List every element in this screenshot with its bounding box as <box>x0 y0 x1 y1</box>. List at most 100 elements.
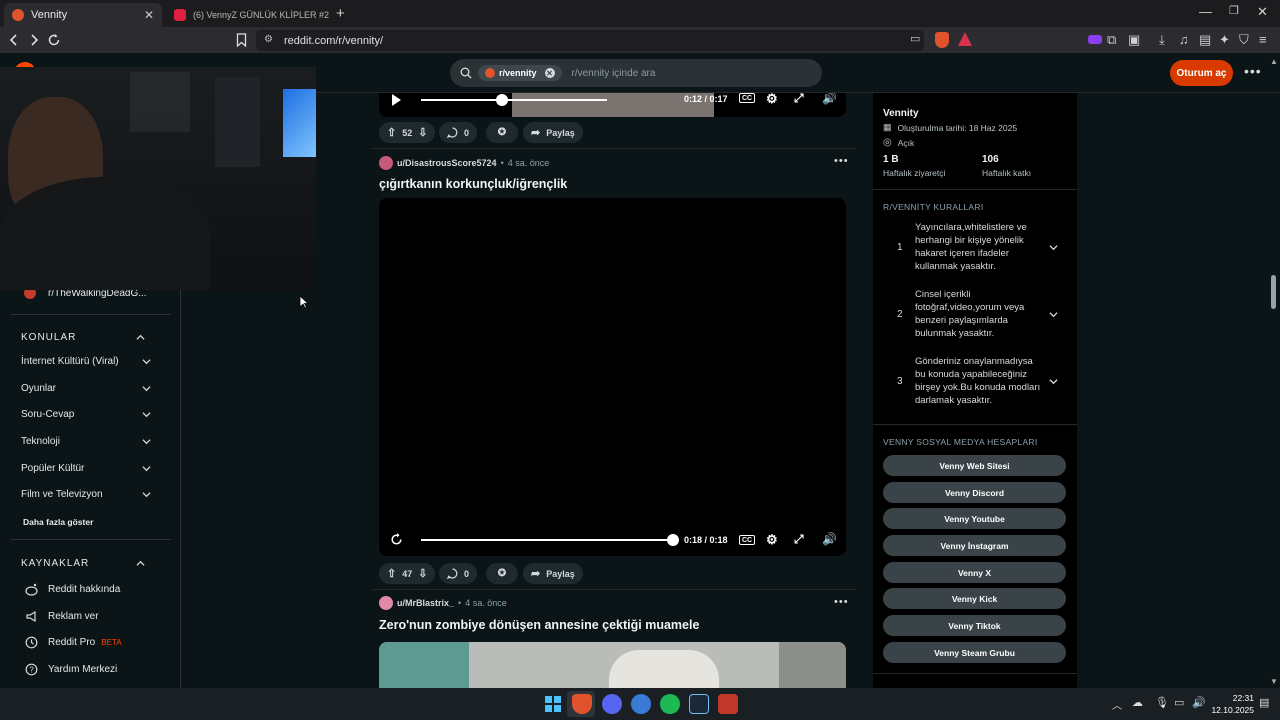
search-input[interactable]: r/vennity ✕ r/vennity içinde ara <box>450 59 822 87</box>
post-options-icon[interactable]: ••• <box>834 596 849 608</box>
video-scrubber[interactable] <box>667 534 679 546</box>
resource-item[interactable]: Reddit Pro BETA <box>25 636 122 649</box>
social-link-button[interactable]: Venny Steam Grubu <box>883 642 1066 663</box>
resources-section-header[interactable]: KAYNAKLAR <box>21 558 145 569</box>
upvote-icon[interactable]: ⇧ <box>387 126 396 139</box>
upvote-icon[interactable]: ⇧ <box>387 567 396 580</box>
network-icon[interactable]: ▭ <box>1174 696 1184 709</box>
brave-shields-icon[interactable] <box>935 32 949 48</box>
video-player[interactable]: 0:18 / 0:18 CC ⚙ ⤢ 🔊 <box>379 198 846 556</box>
tab-youtube[interactable]: (6) VennyZ GÜNLÜK KLİPLER #2 - Ve <box>166 3 330 27</box>
resource-item[interactable]: Reddit hakkında <box>25 583 120 596</box>
share-button[interactable]: ➦ Paylaş <box>523 122 583 143</box>
captions-icon[interactable]: CC <box>739 93 756 103</box>
scroll-up-icon[interactable]: ▲ <box>1270 57 1278 66</box>
topic-item[interactable]: Film ve Televizyon <box>21 489 151 500</box>
downvote-icon[interactable]: ⇩ <box>418 126 427 139</box>
topics-section-header[interactable]: KONULAR <box>21 332 145 343</box>
close-tab-icon[interactable]: ✕ <box>144 8 154 22</box>
video-progress-track[interactable] <box>421 94 607 106</box>
social-link-button[interactable]: Venny Discord <box>883 482 1066 503</box>
minimize-icon[interactable]: — <box>1199 5 1212 18</box>
close-window-icon[interactable]: ✕ <box>1257 5 1268 18</box>
cast-icon[interactable]: ▭ <box>910 34 920 45</box>
brave-rewards-icon[interactable] <box>958 32 972 46</box>
post-title[interactable]: çığırtkanın korkunçluk/iğrençlik <box>379 177 567 191</box>
bookmark-icon[interactable] <box>236 33 247 47</box>
brave-taskbar-icon[interactable] <box>572 694 592 714</box>
new-tab-button[interactable]: + <box>336 6 345 21</box>
forward-icon[interactable] <box>28 34 40 46</box>
topic-item[interactable]: Popüler Kültür <box>21 463 151 474</box>
fullscreen-icon[interactable]: ⤢ <box>794 93 804 106</box>
post-options-icon[interactable]: ••• <box>834 155 849 167</box>
topic-item[interactable]: Soru-Cevap <box>21 409 151 420</box>
login-button[interactable]: Oturum aç <box>1170 60 1233 86</box>
sidebar-toggle-icon[interactable]: ▣ <box>1128 33 1140 46</box>
resource-item[interactable]: ? Yardım Merkezi <box>25 663 117 676</box>
leo-ai-icon[interactable]: ✦ <box>1219 33 1230 46</box>
vpn-shield-icon[interactable]: ⛉ <box>1239 33 1249 46</box>
social-link-button[interactable]: Venny Youtube <box>883 508 1066 529</box>
clear-chip-icon[interactable]: ✕ <box>544 68 555 78</box>
spotify-taskbar-icon[interactable] <box>660 694 680 714</box>
download-icon[interactable]: ⤓ <box>1159 33 1165 46</box>
social-link-button[interactable]: Venny Kick <box>883 588 1066 609</box>
clock[interactable]: 22:31 12.10.2025 <box>1210 692 1254 716</box>
subreddit-search-chip[interactable]: r/vennity ✕ <box>478 65 562 81</box>
app-taskbar-icon[interactable] <box>718 694 738 714</box>
show-more-link[interactable]: Daha fazla göster <box>23 517 153 527</box>
video-player[interactable]: 0:12 / 0:17 CC ⚙ ⤢ 🔊 <box>379 93 846 117</box>
site-settings-icon[interactable]: ⚙ <box>264 34 273 45</box>
topic-item[interactable]: İnternet Kültürü (Viral) <box>21 356 151 367</box>
page-scrollbar-thumb[interactable] <box>1271 275 1276 309</box>
more-options-icon[interactable]: ••• <box>1244 63 1262 79</box>
topic-item[interactable]: Oyunlar <box>21 383 151 394</box>
social-link-button[interactable]: Venny Tiktok <box>883 615 1066 636</box>
settings-icon[interactable]: ⚙ <box>766 532 778 548</box>
reload-icon[interactable] <box>47 33 61 47</box>
downvote-icon[interactable]: ⇩ <box>418 567 427 580</box>
fullscreen-icon[interactable]: ⤢ <box>794 532 804 547</box>
microphone-icon[interactable]: 🎙 <box>1155 696 1169 709</box>
post-author[interactable]: u/DisastrousScore5724 • 4 sa. önce <box>379 156 549 170</box>
tab-vennity[interactable]: Vennity ✕ <box>4 3 162 27</box>
topic-item[interactable]: Teknoloji <box>21 436 151 447</box>
post-author[interactable]: u/MrBlastrix_ • 4 sa. önce <box>379 596 507 610</box>
wallet-icon[interactable]: ▤ <box>1199 33 1211 46</box>
url-field[interactable]: ⚙ reddit.com/r/vennity/ <box>256 30 924 51</box>
social-link-button[interactable]: Venny İnstagram <box>883 535 1066 556</box>
tray-chevron-icon[interactable]: ︿ <box>1112 697 1122 712</box>
app-taskbar-icon[interactable] <box>631 694 651 714</box>
social-link-button[interactable]: Venny Web Sitesi <box>883 455 1066 476</box>
comments-button[interactable]: 0 <box>439 122 478 143</box>
post-title[interactable]: Zero'nun zombiye dönüşen annesine çektiğ… <box>379 618 699 632</box>
rule-item[interactable]: 3 Gönderiniz onaylanmadıysa bu konuda ya… <box>873 355 1077 411</box>
media-icon[interactable]: ♫ <box>1179 33 1189 46</box>
social-link-button[interactable]: Venny X <box>883 562 1066 583</box>
video-progress-track[interactable] <box>421 534 679 546</box>
cloud-icon[interactable]: ☁ <box>1132 696 1143 709</box>
settings-icon[interactable]: ⚙ <box>766 93 778 107</box>
steam-taskbar-icon[interactable] <box>689 694 709 714</box>
volume-icon[interactable]: 🔊 <box>822 93 837 105</box>
scroll-down-icon[interactable]: ▼ <box>1270 677 1278 686</box>
award-button[interactable]: ✪ <box>486 122 518 143</box>
replay-icon[interactable] <box>390 533 403 546</box>
discord-taskbar-icon[interactable] <box>602 694 622 714</box>
back-icon[interactable] <box>8 34 20 46</box>
notification-icon[interactable]: ▤ <box>1259 696 1269 709</box>
extensions-icon[interactable]: ⧉ <box>1107 33 1116 46</box>
start-button-icon[interactable] <box>543 694 563 714</box>
comments-button[interactable]: 0 <box>439 563 478 584</box>
award-button[interactable]: ✪ <box>486 563 518 584</box>
video-thumbnail-image[interactable] <box>379 642 846 688</box>
maximize-icon[interactable]: ❐ <box>1229 6 1239 17</box>
video-scrubber[interactable] <box>495 94 508 106</box>
play-icon[interactable] <box>391 94 402 106</box>
resource-item[interactable]: Reklam ver <box>25 610 99 623</box>
rule-item[interactable]: 2 Cinsel içerikli fotoğraf,video,yorum v… <box>873 288 1077 344</box>
username[interactable]: u/DisastrousScore5724 <box>397 158 497 168</box>
speaker-icon[interactable]: 🔊 <box>1192 696 1206 709</box>
rule-item[interactable]: 1 Yayıncılara,whitelistlere ve herhangi … <box>873 221 1077 277</box>
